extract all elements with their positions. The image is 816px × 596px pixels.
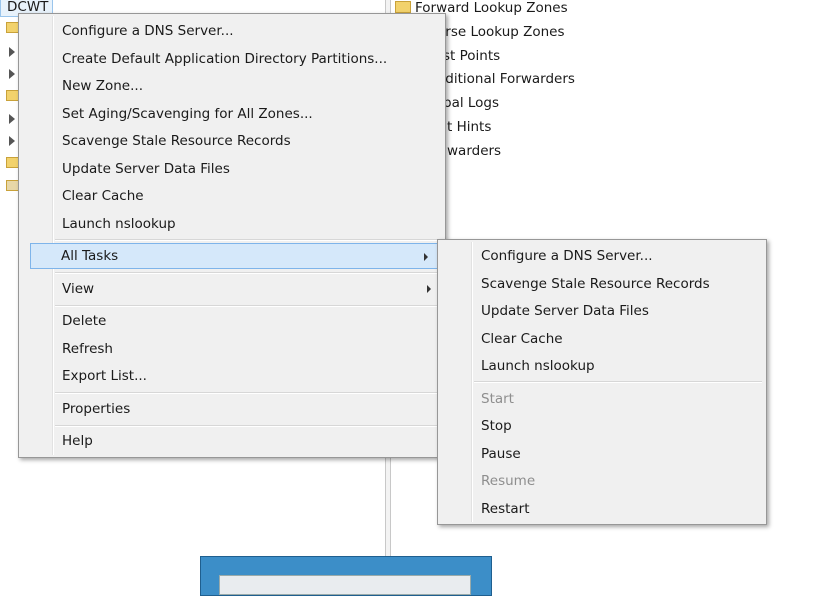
menu-separator: [55, 425, 441, 427]
list-item[interactable]: aditional Forwarders: [437, 69, 575, 89]
submenu-item-clear-cache[interactable]: Clear Cache: [440, 326, 764, 352]
menu-item-help[interactable]: Help: [21, 428, 443, 454]
menu-separator: [55, 392, 441, 394]
all-tasks-submenu: Configure a DNS Server... Scavenge Stale…: [437, 239, 767, 525]
menu-item-delete[interactable]: Delete: [21, 308, 443, 334]
context-menu: Configure a DNS Server... Create Default…: [18, 13, 446, 458]
menu-item-export-list[interactable]: Export List...: [21, 363, 443, 389]
submenu-arrow-icon: [427, 285, 431, 293]
menu-item-all-tasks[interactable]: All Tasks: [30, 243, 441, 269]
menu-item-clear-cache[interactable]: Clear Cache: [21, 183, 443, 209]
expand-arrow-icon[interactable]: [9, 114, 15, 124]
menu-item-view[interactable]: View: [21, 276, 443, 302]
submenu-item-start: Start: [481, 391, 514, 407]
list-item[interactable]: bal Logs: [443, 93, 499, 113]
submenu-item-update-server-data-files[interactable]: Update Server Data Files: [440, 298, 764, 324]
menu-separator: [55, 239, 441, 241]
submenu-item-configure-dns-server[interactable]: Configure a DNS Server...: [440, 243, 764, 269]
menu-separator: [55, 305, 441, 307]
submenu-item-resume: Resume: [481, 473, 536, 489]
menu-item-new-zone[interactable]: New Zone...: [21, 73, 443, 99]
submenu-item-restart[interactable]: Restart: [440, 496, 764, 522]
menu-item-update-server-data-files[interactable]: Update Server Data Files: [21, 156, 443, 182]
list-item[interactable]: warders: [447, 141, 501, 161]
list-item[interactable]: erse Lookup Zones: [437, 22, 565, 42]
submenu-arrow-icon: [424, 253, 428, 261]
expand-arrow-icon[interactable]: [9, 47, 15, 57]
menu-item-launch-nslookup[interactable]: Launch nslookup: [21, 211, 443, 237]
submenu-item-launch-nslookup[interactable]: Launch nslookup: [440, 353, 764, 379]
menu-item-properties[interactable]: Properties: [21, 396, 443, 422]
background-window: [200, 556, 492, 596]
menu-item-refresh[interactable]: Refresh: [21, 336, 443, 362]
menu-item-set-aging-scavenging[interactable]: Set Aging/Scavenging for All Zones...: [21, 101, 443, 127]
submenu-item-stop[interactable]: Stop: [440, 413, 764, 439]
menu-item-create-default-partitions[interactable]: Create Default Application Directory Par…: [21, 46, 443, 72]
list-item[interactable]: st Points: [443, 46, 500, 66]
menu-separator: [55, 272, 441, 274]
submenu-item-scavenge-stale-records[interactable]: Scavenge Stale Resource Records: [440, 271, 764, 297]
expand-arrow-icon[interactable]: [9, 136, 15, 146]
expand-arrow-icon[interactable]: [9, 69, 15, 79]
submenu-item-pause[interactable]: Pause: [440, 441, 764, 467]
folder-icon: [395, 1, 411, 13]
list-item[interactable]: t Hints: [447, 117, 491, 137]
menu-separator: [474, 381, 762, 383]
background-window-content: [219, 575, 471, 595]
menu-item-scavenge-stale-records[interactable]: Scavenge Stale Resource Records: [21, 128, 443, 154]
menu-item-configure-dns-server[interactable]: Configure a DNS Server...: [21, 18, 443, 44]
